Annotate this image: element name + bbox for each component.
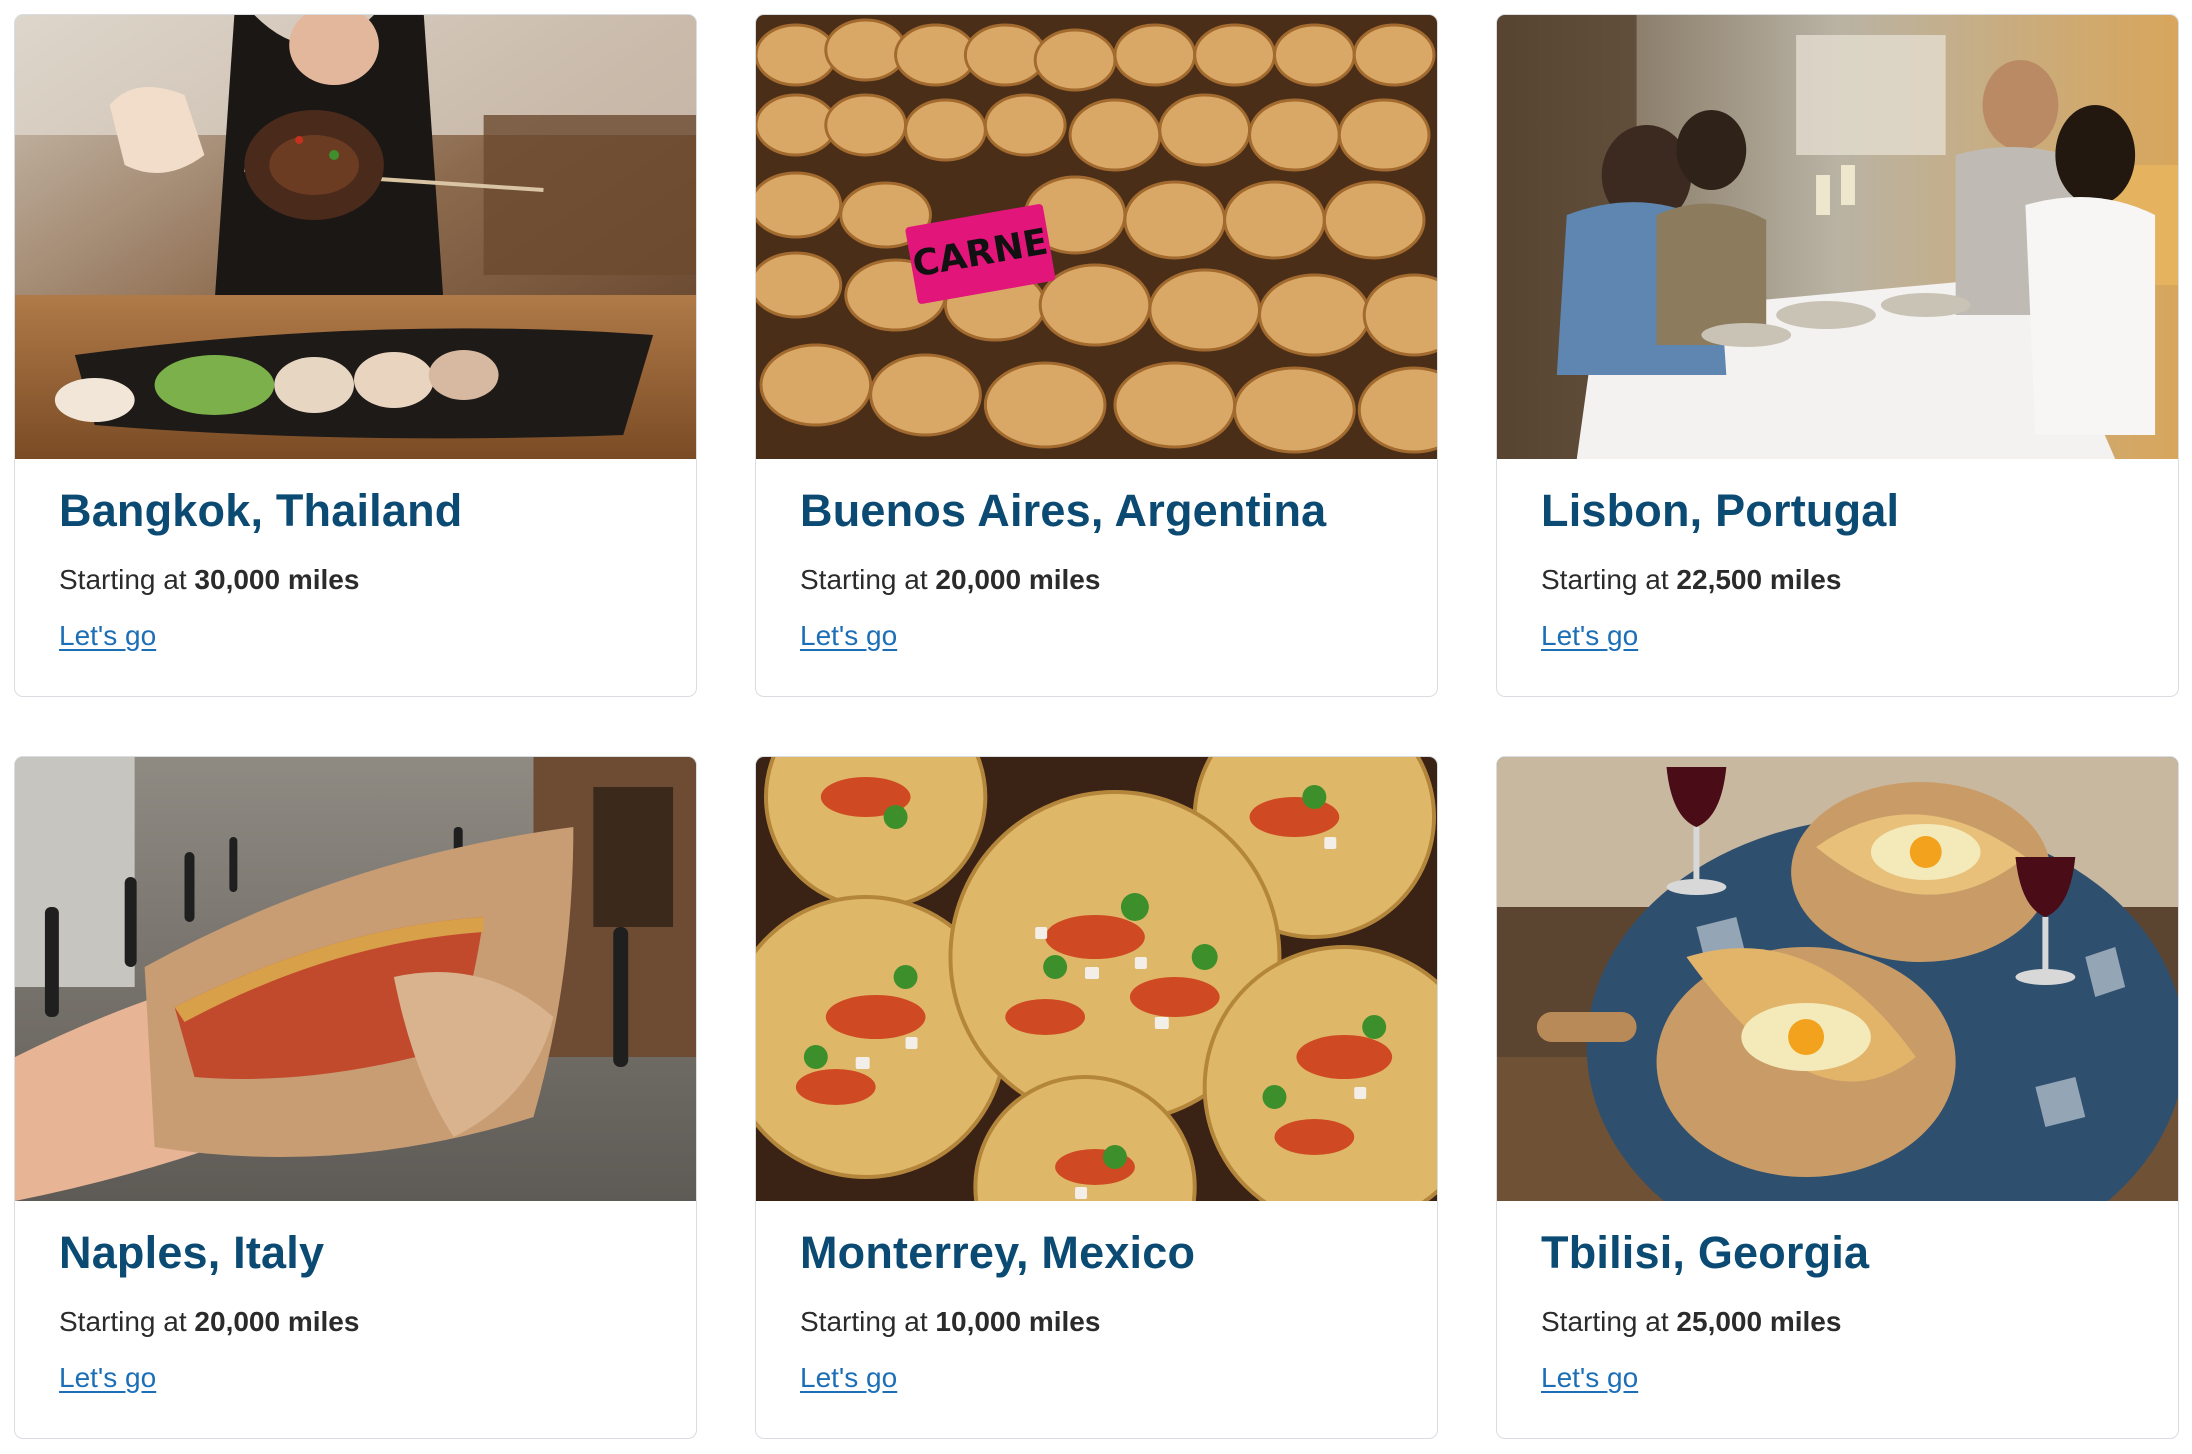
lets-go-link[interactable]: Let's go (800, 618, 897, 654)
price-prefix: Starting at (800, 564, 928, 595)
destination-title: Lisbon, Portugal (1541, 485, 1900, 536)
destination-card-lisbon[interactable]: Lisbon, Portugal Starting at 22,500 mile… (1496, 14, 2179, 697)
lets-go-link[interactable]: Let's go (1541, 618, 1638, 654)
buenos-aires-empanadas-photo: CARNE (756, 15, 1437, 459)
tbilisi-khachapuri-photo (1497, 757, 2178, 1201)
price-prefix: Starting at (1541, 1306, 1669, 1337)
destination-card-tbilisi[interactable]: Tbilisi, Georgia Starting at 25,000 mile… (1496, 756, 2179, 1439)
naples-street-pizza-photo (15, 757, 696, 1201)
price-line: Starting at 30,000 miles (59, 562, 652, 598)
destination-title: Buenos Aires, Argentina (800, 485, 1327, 536)
lisbon-dinner-photo (1497, 15, 2178, 459)
price-miles: 20,000 miles (194, 1306, 360, 1337)
price-prefix: Starting at (800, 1306, 928, 1337)
lets-go-link[interactable]: Let's go (1541, 1360, 1638, 1396)
monterrey-tacos-photo (756, 757, 1437, 1201)
bangkok-food-photo (15, 15, 696, 459)
destination-title: Naples, Italy (59, 1227, 325, 1278)
price-miles: 10,000 miles (935, 1306, 1101, 1337)
lets-go-link[interactable]: Let's go (59, 1360, 156, 1396)
price-prefix: Starting at (59, 1306, 187, 1337)
destination-title: Bangkok, Thailand (59, 485, 463, 536)
price-line: Starting at 20,000 miles (800, 562, 1393, 598)
price-miles: 20,000 miles (935, 564, 1101, 595)
destination-card-naples[interactable]: Naples, Italy Starting at 20,000 miles L… (14, 756, 697, 1439)
price-line: Starting at 22,500 miles (1541, 562, 2134, 598)
price-miles: 30,000 miles (194, 564, 360, 595)
price-miles: 22,500 miles (1676, 564, 1842, 595)
destination-title: Monterrey, Mexico (800, 1227, 1196, 1278)
destination-card-monterrey[interactable]: Monterrey, Mexico Starting at 10,000 mil… (755, 756, 1438, 1439)
destination-card-bangkok[interactable]: Bangkok, Thailand Starting at 30,000 mil… (14, 14, 697, 697)
price-line: Starting at 20,000 miles (59, 1304, 652, 1340)
destination-card-buenos-aires[interactable]: CARNE Buenos Aires, Argentina Starting a… (755, 14, 1438, 697)
price-miles: 25,000 miles (1676, 1306, 1842, 1337)
destination-grid: Bangkok, Thailand Starting at 30,000 mil… (14, 14, 2179, 1439)
price-line: Starting at 25,000 miles (1541, 1304, 2134, 1340)
price-prefix: Starting at (1541, 564, 1669, 595)
lets-go-link[interactable]: Let's go (59, 618, 156, 654)
price-line: Starting at 10,000 miles (800, 1304, 1393, 1340)
price-prefix: Starting at (59, 564, 187, 595)
destination-title: Tbilisi, Georgia (1541, 1227, 1870, 1278)
lets-go-link[interactable]: Let's go (800, 1360, 897, 1396)
